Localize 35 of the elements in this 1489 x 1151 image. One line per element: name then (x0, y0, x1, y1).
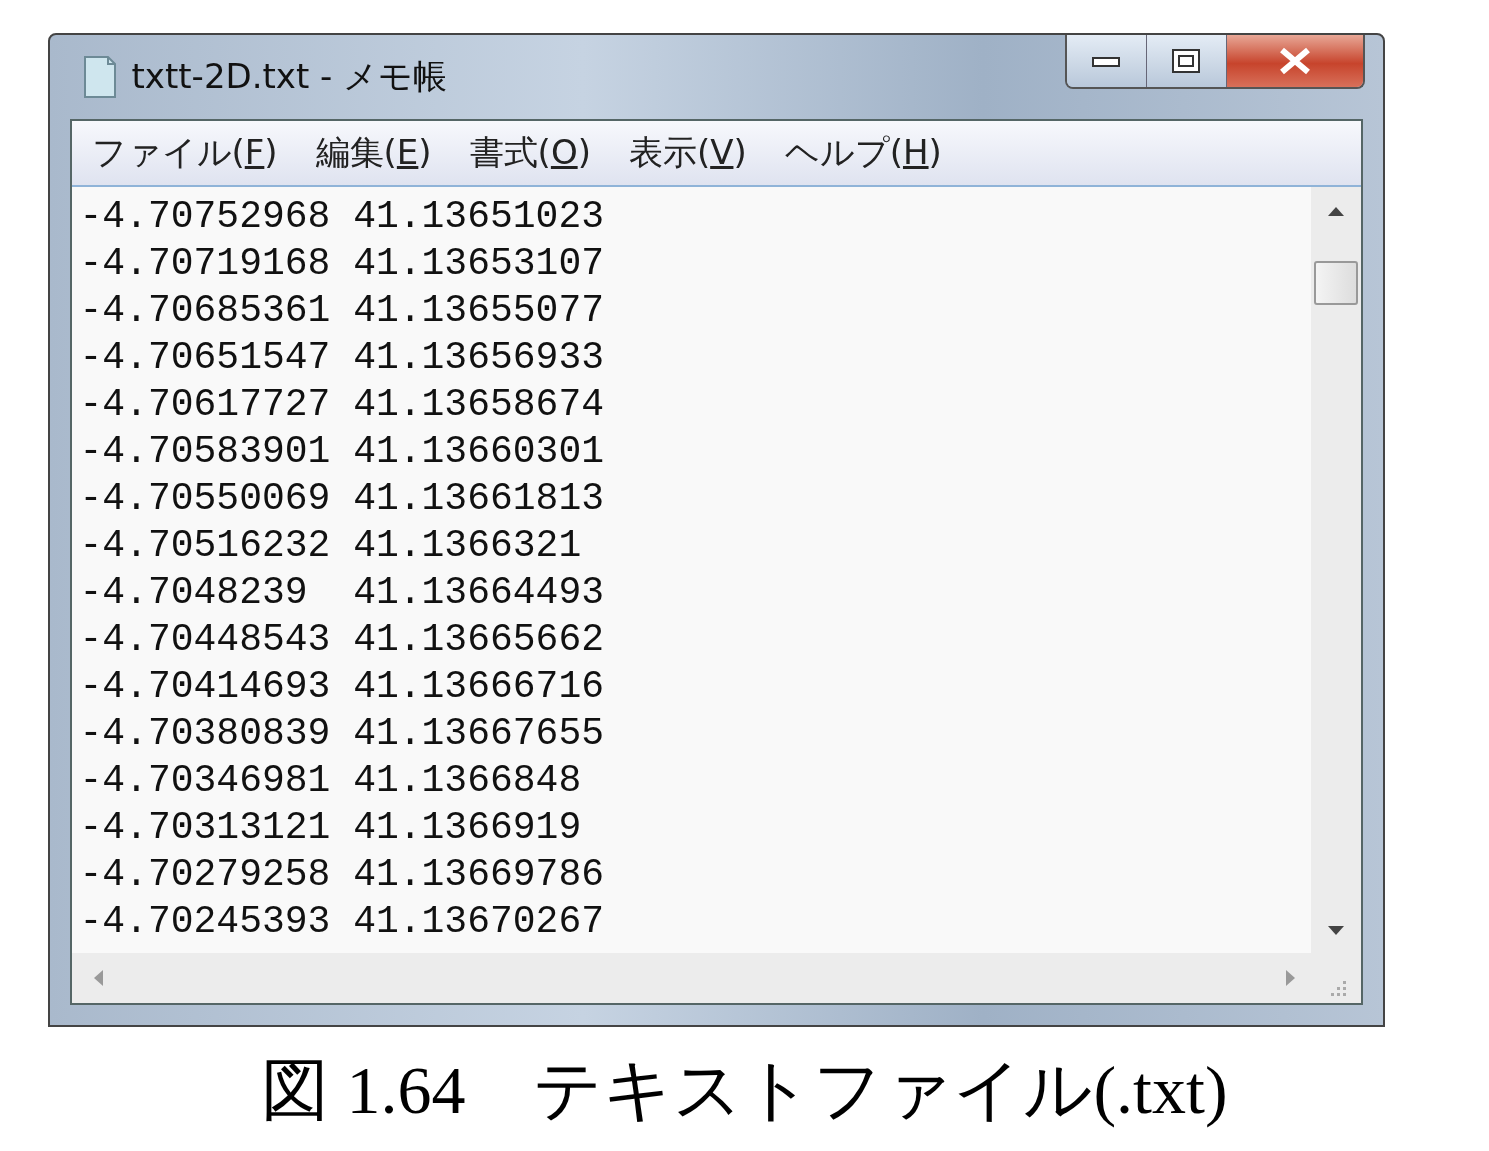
text-line: -4.70245393 41.13670267 (79, 899, 605, 945)
menu-item[interactable]: ファイル(F) (91, 130, 278, 176)
scroll-up-icon[interactable] (1325, 205, 1346, 217)
text-line: -4.70685361 41.13655077 (79, 288, 605, 334)
vertical-scrollbar[interactable] (1310, 187, 1361, 953)
text-line: -4.70550069 41.13661813 (79, 476, 605, 522)
window-title: txtt-2D.txt - メモ帳 (131, 55, 448, 98)
text-line: -4.70516232 41.1366321 (79, 523, 583, 569)
text-line: -4.70719168 41.13653107 (79, 241, 605, 287)
menu-item[interactable]: ヘルプ(H) (784, 130, 942, 176)
minimize-button[interactable] (1066, 35, 1147, 87)
text-line: -4.7048239 41.13664493 (79, 570, 605, 616)
document-icon (81, 55, 118, 99)
maximize-icon (1171, 48, 1201, 74)
menu-item[interactable]: 表示(V) (628, 130, 747, 176)
text-line: -4.70313121 41.1366919 (79, 805, 583, 851)
text-line: -4.70279258 41.13669786 (79, 852, 605, 898)
maximize-button[interactable] (1146, 35, 1227, 87)
text-line: -4.70414693 41.13666716 (79, 664, 605, 710)
text-line: -4.70651547 41.13656933 (79, 335, 605, 381)
menu-item[interactable]: 編集(E) (315, 130, 432, 176)
scroll-thumb[interactable] (1313, 261, 1358, 305)
scroll-down-icon[interactable] (1325, 925, 1346, 937)
text-line: -4.70448543 41.13665662 (79, 617, 605, 663)
figure-caption: 図 1.64 テキストファイル(.txt) (261, 1051, 1228, 1130)
text-line: -4.70346981 41.1366848 (79, 758, 583, 804)
text-line: -4.70380839 41.13667655 (79, 711, 605, 757)
menu-item[interactable]: 書式(O) (469, 130, 591, 176)
text-line: -4.70617727 41.13658674 (79, 382, 605, 428)
close-button[interactable] (1226, 35, 1363, 87)
close-icon (1277, 47, 1312, 75)
text-line: -4.70583901 41.13660301 (79, 429, 605, 475)
horizontal-scrollbar[interactable] (71, 953, 1361, 1003)
text-line: -4.70752968 41.13651023 (79, 194, 605, 240)
minimize-icon (1091, 54, 1121, 68)
